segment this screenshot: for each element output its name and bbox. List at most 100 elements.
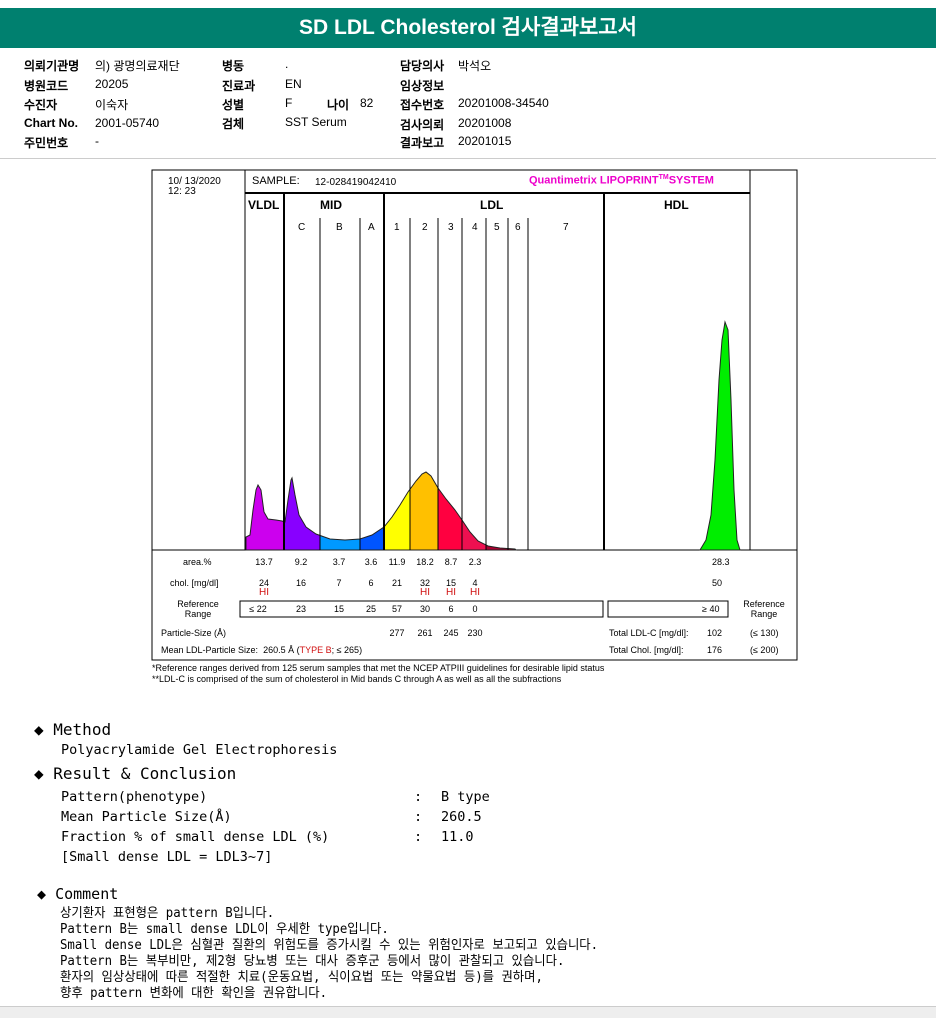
size-cell: 245 <box>443 628 459 638</box>
heading-text: Method <box>53 720 112 739</box>
band-label: A <box>368 222 375 233</box>
size-cell: 261 <box>417 628 433 638</box>
heading-text: Result & Conclusion <box>53 764 237 783</box>
mean-label: Mean LDL-Particle Size: <box>161 645 259 655</box>
area-cell: 2.3 <box>468 557 482 567</box>
row-label-area: area.% <box>183 557 212 567</box>
group-ldl: LDL <box>480 198 504 212</box>
chol-cell: 7 <box>336 578 342 588</box>
sample-label: SAMPLE: <box>252 175 300 187</box>
sample-id: 12-028419042410 <box>315 177 397 188</box>
colon: : <box>414 809 423 825</box>
chol-cell: 6 <box>368 578 374 588</box>
diamond-icon: ◆ <box>34 764 44 783</box>
size-cell: 277 <box>389 628 405 638</box>
ref-cell: 6 <box>448 604 454 614</box>
run-datetime: 10/ 13/2020 12: 23 <box>168 177 221 197</box>
size-cell: 230 <box>467 628 483 638</box>
band-label: 7 <box>563 222 569 233</box>
row-label-size: Particle-Size (Å) <box>161 628 227 638</box>
band-label: 3 <box>448 222 454 233</box>
comment-heading: ◆ Comment <box>37 885 118 903</box>
total-chol-value: 176 <box>707 645 723 655</box>
band-fill-1 <box>384 322 410 550</box>
result-note: [Small dense LDL = LDL3~7] <box>61 849 273 865</box>
method-text: Polyacrylamide Gel Electrophoresis <box>61 742 338 758</box>
system-brand: Quantimetrix LIPOPRINTTMSYSTEM <box>529 174 714 187</box>
comment-line: Small dense LDL은 심혈관 질환의 위험도를 증가시킬 수 있는 … <box>60 938 599 953</box>
row-label-ref: Reference Range <box>177 599 219 619</box>
result-value: 260.5 <box>441 809 482 825</box>
total-chol-ref: (≤ 200) <box>750 645 779 655</box>
area-cell: 3.6 <box>364 557 378 567</box>
ref-cell: 25 <box>365 604 377 614</box>
ref-cell: 57 <box>391 604 403 614</box>
comment-line: 향후 pattern 변화에 대한 확인을 권유합니다. <box>60 986 328 1001</box>
band-label: 2 <box>422 222 428 233</box>
area-cell: 9.2 <box>294 557 308 567</box>
area-cell: 8.7 <box>444 557 458 567</box>
brand-text: SYSTEM <box>668 174 714 187</box>
ref-cell: ≤ 22 <box>249 604 267 614</box>
flags-cell: HI <box>259 587 269 598</box>
diamond-icon: ◆ <box>37 885 47 903</box>
mean-size-label: Mean LDL-Particle Size: 260.5 Å (TYPE B;… <box>161 645 362 655</box>
row-label-ref-right: Reference Range <box>743 599 785 619</box>
band-label: B <box>336 222 343 233</box>
result-heading: ◆ Result & Conclusion <box>34 764 236 783</box>
hdl-area: 28.3 <box>712 557 730 567</box>
flags-cell: HI <box>470 587 480 598</box>
diamond-icon: ◆ <box>34 720 44 739</box>
mean-value: 260.5 Å ( <box>263 645 300 655</box>
footnote-1: *Reference ranges derived from 125 serum… <box>152 663 605 673</box>
result-label: Fraction % of small dense LDL (%) <box>61 829 330 845</box>
peak-fills <box>246 322 740 550</box>
area-cell: 11.9 <box>388 557 406 567</box>
colon: : <box>414 829 423 845</box>
comment-line: 상기환자 표현형은 pattern B입니다. <box>60 906 275 921</box>
total-ldl-ref: (≤ 130) <box>750 628 779 638</box>
band-fill-2 <box>410 322 438 550</box>
comment-line: 환자의 임상상태에 따른 적절한 치료(운동요법, 식이요법 또는 약물요법 등… <box>60 970 543 985</box>
hdl-ref: ≥ 40 <box>702 604 720 614</box>
total-chol-label: Total Chol. [mg/dl]: <box>609 645 684 655</box>
band-fill-c <box>284 322 320 550</box>
band-fill-5 <box>486 322 528 550</box>
heading-text: Comment <box>55 885 119 903</box>
ref-cell: 15 <box>333 604 345 614</box>
band-label: 4 <box>472 222 478 233</box>
ref-cell: 0 <box>472 604 478 614</box>
area-cell: 3.7 <box>332 557 346 567</box>
band-fill-4 <box>462 322 486 550</box>
group-vldl: VLDL <box>248 198 280 212</box>
result-label: Pattern(phenotype) <box>61 789 208 805</box>
comment-line: Pattern B는 복부비만, 제2형 당뇨병 또는 대사 증후군 등에서 많… <box>60 954 565 969</box>
band-fill-b <box>320 322 360 550</box>
ref-cell: 23 <box>295 604 307 614</box>
ref-cell: 30 <box>419 604 431 614</box>
comment-line: Pattern B는 small dense LDL이 우세한 type입니다. <box>60 922 389 937</box>
group-mid: MID <box>320 198 342 212</box>
total-ldl-label: Total LDL-C [mg/dl]: <box>609 628 689 638</box>
band-fill-3 <box>438 322 462 550</box>
chol-cell: 21 <box>391 578 403 588</box>
group-hdl: HDL <box>664 198 689 212</box>
footnote-2: **LDL-C is comprised of the sum of chole… <box>152 674 562 684</box>
area-cell: 18.2 <box>416 557 434 567</box>
band-label: 6 <box>515 222 521 233</box>
result-value: 11.0 <box>441 829 474 845</box>
comment-body: 상기환자 표현형은 pattern B입니다. Pattern B는 small… <box>60 906 598 1002</box>
brand-tm: TM <box>658 174 669 181</box>
band-label: C <box>298 222 306 233</box>
colon: : <box>414 789 423 805</box>
chol-cell: 16 <box>295 578 307 588</box>
flags-cell: HI <box>446 587 456 598</box>
band-fill-a <box>360 322 384 550</box>
mean-ref: ; ≤ 265) <box>331 645 363 655</box>
area-cell: 13.7 <box>255 557 273 567</box>
type-badge: TYPE B <box>299 645 332 655</box>
row-label-chol: chol. [mg/dl] <box>170 578 219 588</box>
flags-cell: HI <box>420 587 430 598</box>
hdl-chol: 50 <box>712 578 723 588</box>
result-label: Mean Particle Size(Å) <box>61 809 232 825</box>
